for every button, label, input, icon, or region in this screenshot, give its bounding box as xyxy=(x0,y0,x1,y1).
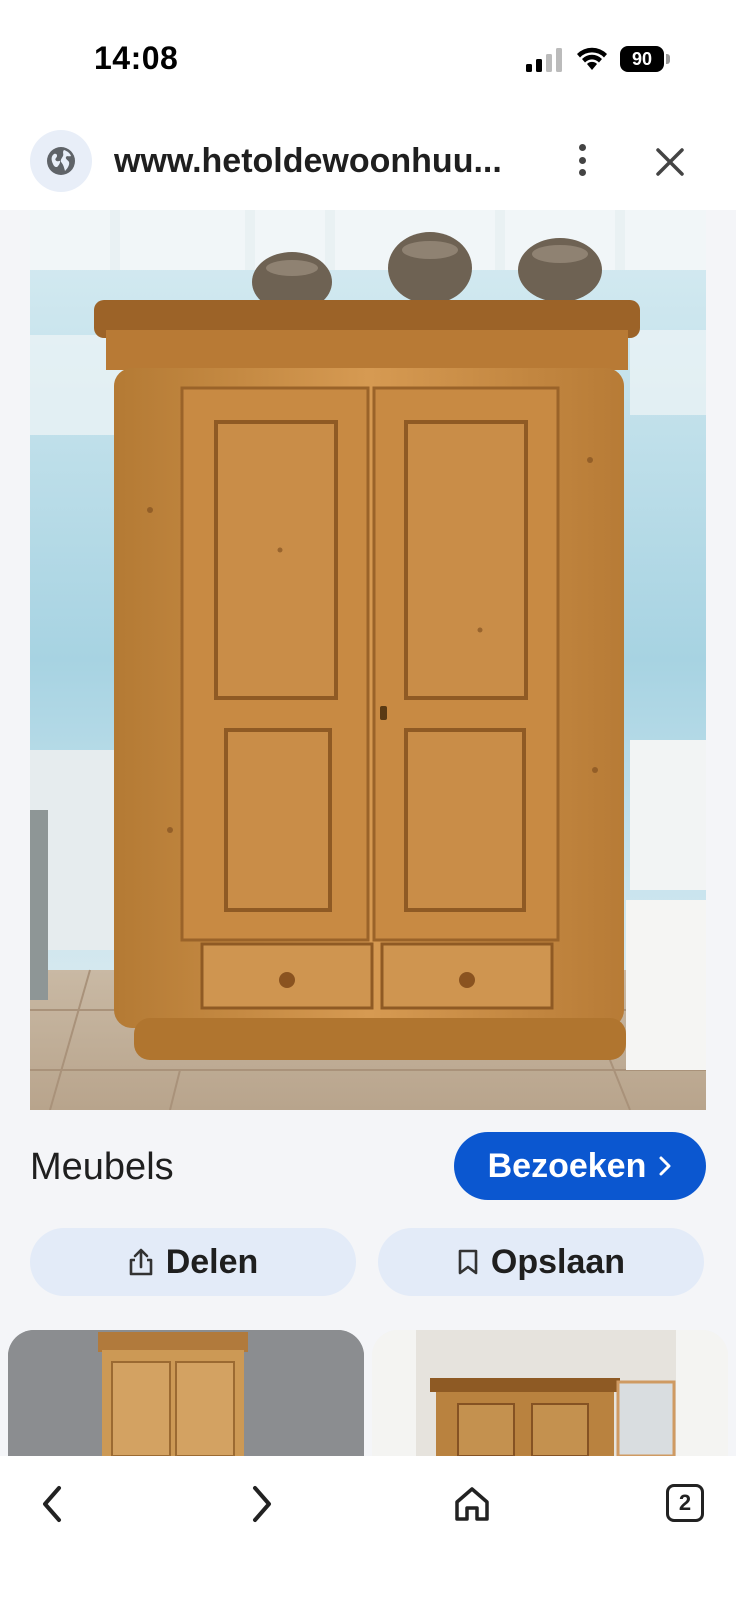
tab-switcher-button[interactable]: 2 xyxy=(666,1484,704,1522)
battery-cap xyxy=(666,54,670,64)
wardrobe-photo xyxy=(30,210,706,1110)
url-text[interactable]: www.hetoldewoonhuu... xyxy=(114,142,514,181)
site-info-button[interactable] xyxy=(30,130,92,192)
visit-label: Bezoeken xyxy=(487,1146,647,1185)
result-image[interactable] xyxy=(30,210,706,1110)
wifi-icon xyxy=(577,47,607,70)
url-bar: www.hetoldewoonhuu... xyxy=(0,118,736,210)
save-label: Opslaan xyxy=(490,1242,626,1281)
chevron-left-icon xyxy=(43,1486,61,1522)
globe-icon xyxy=(47,147,75,175)
status-bar: 14:08 90 xyxy=(0,0,736,118)
home-icon xyxy=(455,1487,489,1521)
visit-button[interactable]: Bezoeken xyxy=(454,1132,706,1200)
back-button[interactable] xyxy=(22,1474,82,1534)
more-vert-icon[interactable] xyxy=(570,140,594,180)
bottom-navigation: 2 xyxy=(0,1456,736,1600)
status-time: 14:08 xyxy=(94,40,179,76)
cellular-signal-icon xyxy=(526,48,562,72)
battery-level: 90 xyxy=(620,46,664,72)
save-button[interactable]: Opslaan xyxy=(378,1228,704,1296)
related-wardrobe-photo-2 xyxy=(372,1330,728,1456)
share-label: Delen xyxy=(165,1242,259,1281)
related-wardrobe-photo-1 xyxy=(8,1330,364,1456)
close-icon[interactable] xyxy=(650,142,690,182)
home-button[interactable] xyxy=(442,1474,502,1534)
share-button[interactable]: Delen xyxy=(30,1228,356,1296)
share-icon xyxy=(129,1248,153,1276)
bookmark-icon xyxy=(458,1249,478,1275)
related-image-1[interactable] xyxy=(8,1330,364,1456)
forward-button[interactable] xyxy=(232,1474,292,1534)
related-image-2[interactable] xyxy=(372,1330,728,1456)
chevron-right-icon xyxy=(253,1486,271,1522)
battery-indicator: 90 xyxy=(620,46,670,72)
result-title: Meubels xyxy=(30,1146,174,1188)
chevron-right-icon xyxy=(659,1156,671,1176)
